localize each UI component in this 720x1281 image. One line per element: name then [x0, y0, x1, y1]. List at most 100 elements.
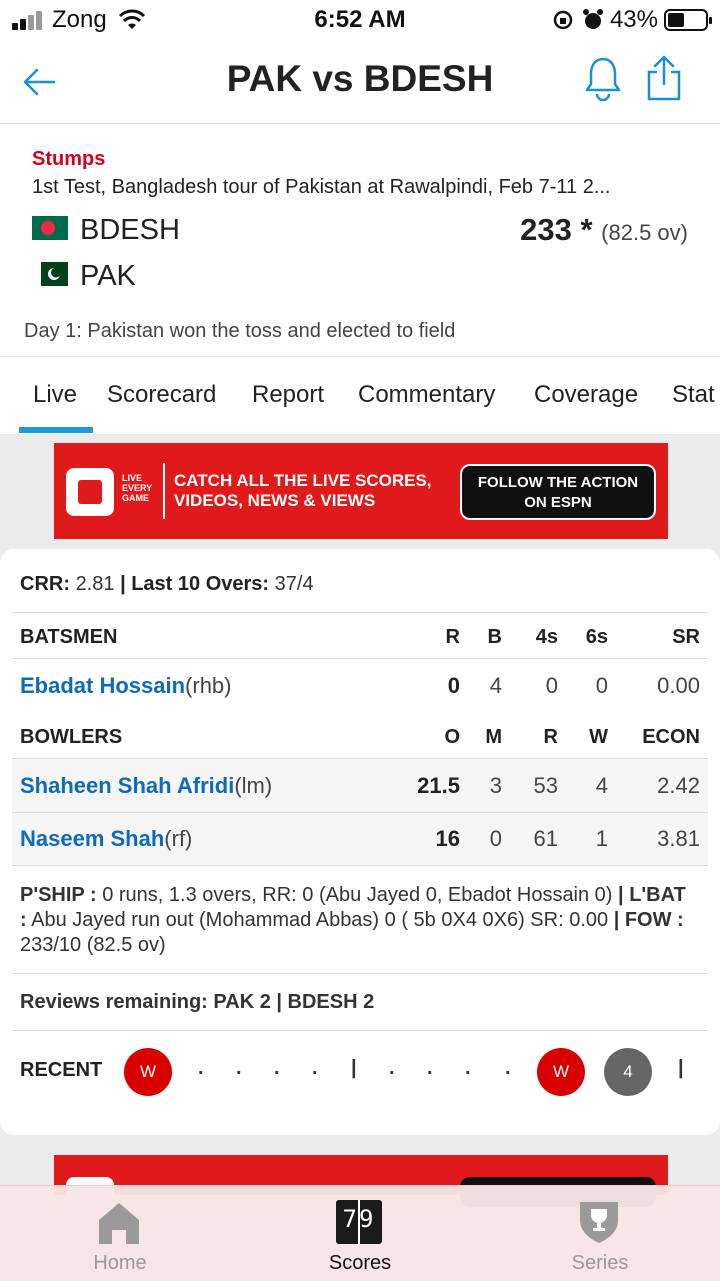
recent-ball-dot: . [465, 1057, 471, 1079]
batsman-name[interactable]: Ebadat Hossain [20, 673, 185, 698]
batsman-sr: 0.00 [657, 673, 700, 698]
tab-scorecard[interactable]: Scorecard [107, 381, 216, 409]
bat-col-4s: 4s [535, 626, 558, 648]
tabbar-series[interactable]: Series [480, 1186, 720, 1281]
team2-name: PAK [80, 260, 136, 292]
trophy-shield-icon [580, 1202, 618, 1243]
batsmen-header: BATSMEN [20, 626, 118, 648]
reviews-bdesh: BDESH 2 [287, 991, 375, 1013]
bowler-name[interactable]: Naseem Shah [20, 826, 164, 851]
bowl-col-m: M [485, 726, 502, 748]
recent-ball-dot: . [389, 1057, 395, 1079]
recent-ball-dot: . [274, 1057, 280, 1079]
divider [12, 812, 708, 813]
batsman-sixes: 0 [595, 673, 608, 698]
divider [12, 612, 708, 613]
last10-value: 37/4 [274, 573, 314, 595]
bowl-col-w: W [589, 726, 608, 748]
partnership-info: P'SHIP : 0 runs, 1.3 overs, RR: 0 (Abu J… [20, 884, 686, 956]
run-rate-line: CRR: 2.81 | Last 10 Overs: 37/4 [20, 573, 314, 595]
tab-commentary[interactable]: Commentary [358, 381, 495, 409]
match-status: Stumps [32, 148, 106, 170]
home-icon [99, 1203, 139, 1244]
bowler-style: (rf) [164, 826, 193, 851]
bowlers-header: BOWLERS [20, 726, 123, 748]
bat-col-r: R [445, 626, 460, 648]
tab-report[interactable]: Report [252, 381, 324, 409]
screen-rotation-lock-icon [553, 10, 573, 30]
bowler-overs: 21.5 [417, 773, 460, 798]
team1-overs: (82.5 ov) [601, 220, 688, 245]
pship-value: 0 runs, 1.3 overs, RR: 0 (Abu Jayed 0, E… [102, 884, 613, 906]
over-separator: | [351, 1057, 357, 1079]
battery-percent: 43% [609, 6, 658, 33]
match-summary: Stumps 1st Test, Bangladesh tour of Paki… [0, 124, 720, 356]
divider [12, 1030, 708, 1031]
last10-label: Last 10 Overs: [131, 573, 270, 595]
tabbar-series-label: Series [571, 1252, 629, 1274]
bowler-runs: 61 [533, 826, 558, 851]
alarm-icon [583, 9, 603, 29]
tabbar-scores[interactable]: 79 Scores [240, 1186, 480, 1281]
bat-col-b: B [487, 626, 502, 648]
live-score-card: CRR: 2.81 | Last 10 Overs: 37/4 BATSMEN … [0, 549, 720, 1135]
bowler-style: (lm) [234, 773, 273, 798]
bowler-maidens: 3 [489, 773, 502, 798]
series-info: 1st Test, Bangladesh tour of Pakistan at… [32, 176, 611, 198]
bowler-econ: 3.81 [657, 826, 700, 851]
pakistan-flag-icon [32, 262, 68, 287]
ad-divider [163, 463, 165, 519]
bowl-col-r: R [543, 726, 558, 748]
tabbar-home[interactable]: Home [0, 1186, 240, 1281]
status-bar: Zong 6:52 AM 43% [0, 0, 720, 40]
bowler-name[interactable]: Shaheen Shah Afridi [20, 773, 234, 798]
recent-label: RECENT [20, 1059, 103, 1081]
tabbar-home-label: Home [93, 1252, 147, 1274]
bowler-maidens: 0 [489, 826, 502, 851]
tab-live[interactable]: Live [33, 381, 77, 409]
ad-line-2: VIDEOS, NEWS & VIEWS [174, 491, 376, 510]
espn-logo-icon [66, 468, 114, 516]
bowler-row[interactable]: Shaheen Shah Afridi(lm) [20, 773, 272, 799]
bottom-tab-bar: Home 79 Scores Series [0, 1185, 720, 1280]
crr-value: 2.81 [75, 573, 115, 595]
bowler-row[interactable]: Naseem Shah(rf) [20, 826, 192, 852]
recent-ball-wicket: W [537, 1048, 585, 1096]
bell-icon[interactable] [584, 56, 622, 102]
share-icon[interactable] [646, 54, 682, 102]
ad-headline: CATCH ALL THE LIVE SCORES, VIDEOS, NEWS … [174, 471, 432, 511]
recent-ball-four: 4 [604, 1048, 652, 1096]
recent-ball-dot: . [236, 1057, 242, 1079]
tabbar-scores-label: Scores [328, 1252, 392, 1274]
espn-ad-banner[interactable]: LIVE EVERY GAME CATCH ALL THE LIVE SCORE… [54, 443, 668, 539]
pship-label: P'SHIP : [20, 884, 97, 906]
ad-cta-line-2: ON ESPN [524, 494, 592, 511]
bowler-wickets: 1 [595, 826, 608, 851]
team1-name: BDESH [80, 214, 180, 246]
reviews-remaining: Reviews remaining: PAK 2 | BDESH 2 [20, 991, 375, 1013]
bowler-runs: 53 [533, 773, 558, 798]
match-tabs: Live Scorecard Report Commentary Coverag… [0, 356, 720, 434]
batsman-runs: 0 [447, 673, 460, 698]
bangladesh-flag-icon [32, 216, 68, 241]
bowler-wickets: 4 [595, 773, 608, 798]
divider [12, 865, 708, 866]
tab-stats[interactable]: Stat [672, 381, 715, 409]
batsman-row[interactable]: Ebadat Hossain(rhb) [20, 673, 232, 699]
recent-ball-wicket: W [124, 1048, 172, 1096]
bat-col-sr: SR [672, 626, 700, 648]
recent-ball-dot: . [427, 1057, 433, 1079]
lbat-value: Abu Jayed run out (Mohammad Abbas) 0 ( 5… [31, 909, 609, 931]
divider [12, 658, 708, 659]
ad-cta-button[interactable]: FOLLOW THE ACTION ON ESPN [460, 464, 656, 520]
team1-score: 233 * [520, 212, 593, 247]
tab-coverage[interactable]: Coverage [534, 381, 638, 409]
batsman-style: (rhb) [185, 673, 232, 698]
bowl-col-o: O [444, 726, 460, 748]
divider [12, 973, 708, 974]
scoreboard-icon: 79 [336, 1200, 382, 1244]
team-row-bdesh: BDESH [32, 214, 180, 247]
crr-label: CRR: [20, 573, 70, 595]
ad-tagline: LIVE EVERY GAME [122, 473, 153, 503]
active-tab-indicator [19, 427, 93, 433]
